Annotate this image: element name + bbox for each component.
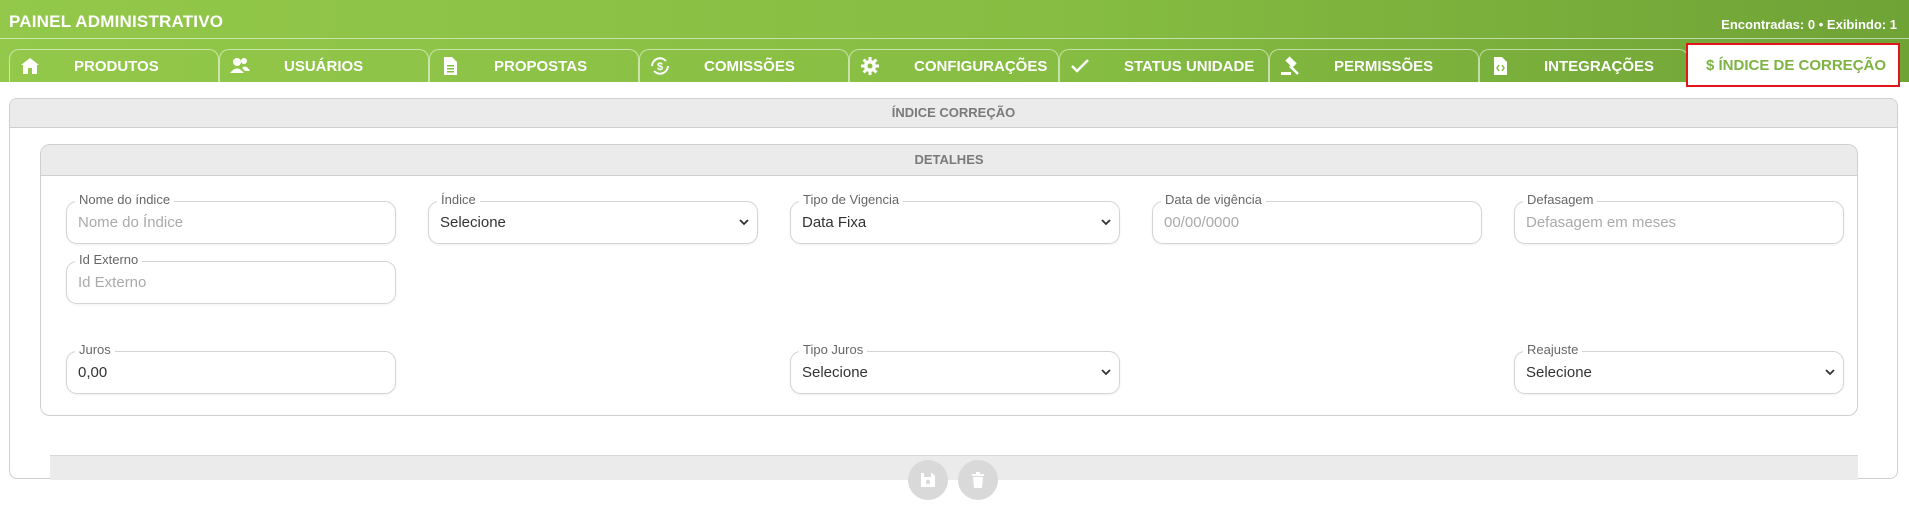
panel-title: ÍNDICE CORREÇÃO bbox=[10, 99, 1897, 128]
money-cycle-icon: $ bbox=[649, 56, 671, 76]
tab-status-unidade[interactable]: STATUS UNIDADE bbox=[1059, 49, 1269, 82]
check-icon bbox=[1069, 56, 1091, 76]
nome-indice-field[interactable]: Nome do índice Nome do Índice bbox=[66, 193, 396, 244]
nome-indice-placeholder: Nome do Índice bbox=[78, 214, 184, 231]
users-icon bbox=[229, 56, 251, 76]
tipo-juros-field[interactable]: Tipo Juros Selecione bbox=[790, 343, 1120, 394]
tab-integracoes[interactable]: INTEGRAÇÕES bbox=[1479, 49, 1689, 82]
tab-configuracoes[interactable]: CONFIGURAÇÕES bbox=[849, 49, 1059, 82]
home-icon bbox=[19, 56, 41, 76]
tab-comissoes[interactable]: $ COMISSÕES bbox=[639, 49, 849, 82]
svg-text:$: $ bbox=[657, 61, 663, 73]
tab-bar: PRODUTOS USUÁRIOS PROPOSTAS $ COMISSÕES … bbox=[9, 43, 1909, 87]
document-icon bbox=[439, 56, 461, 76]
tab-permissoes[interactable]: PERMISSÕES bbox=[1269, 49, 1479, 82]
save-button[interactable] bbox=[908, 460, 948, 500]
defasagem-field[interactable]: Defasagem Defasagem em meses bbox=[1514, 193, 1844, 244]
details-title: DETALHES bbox=[41, 145, 1857, 176]
chevron-down-icon bbox=[1825, 369, 1835, 376]
code-file-icon bbox=[1489, 56, 1511, 76]
chevron-down-icon bbox=[1101, 219, 1111, 226]
tab-indice-correcao[interactable]: $ ÍNDICE DE CORREÇÃO bbox=[1686, 43, 1900, 87]
gavel-icon bbox=[1279, 56, 1301, 76]
gear-icon bbox=[859, 56, 881, 76]
reajuste-field[interactable]: Reajuste Selecione bbox=[1514, 343, 1844, 394]
data-vigencia-field[interactable]: Data de vigência 00/00/0000 bbox=[1152, 193, 1482, 244]
juros-field[interactable]: Juros 0,00 bbox=[66, 343, 396, 394]
juros-input[interactable] bbox=[66, 351, 396, 394]
floppy-icon bbox=[921, 473, 935, 487]
delete-button[interactable] bbox=[958, 460, 998, 500]
tab-produtos[interactable]: PRODUTOS bbox=[9, 49, 219, 82]
indice-select-field[interactable]: Índice Selecione bbox=[428, 193, 758, 244]
actions-bar bbox=[50, 455, 1858, 480]
tipo-vigencia-field[interactable]: Tipo de Vigencia Data Fixa bbox=[790, 193, 1120, 244]
id-externo-field[interactable]: Id Externo Id Externo bbox=[66, 253, 396, 304]
top-header: PAINEL ADMINISTRATIVO Encontradas: 0 • E… bbox=[0, 0, 1909, 87]
chevron-down-icon bbox=[739, 219, 749, 226]
trash-icon bbox=[972, 472, 984, 488]
chevron-down-icon bbox=[1101, 369, 1111, 376]
results-counter: Encontradas: 0 • Exibindo: 1 bbox=[1721, 17, 1897, 32]
app-title: PAINEL ADMINISTRATIVO bbox=[9, 12, 224, 31]
title-divider bbox=[0, 38, 1909, 39]
tab-usuarios[interactable]: USUÁRIOS bbox=[219, 49, 429, 82]
tab-indice-correcao-label: $ ÍNDICE DE CORREÇÃO bbox=[1706, 57, 1887, 74]
tab-propostas[interactable]: PROPOSTAS bbox=[429, 49, 639, 82]
